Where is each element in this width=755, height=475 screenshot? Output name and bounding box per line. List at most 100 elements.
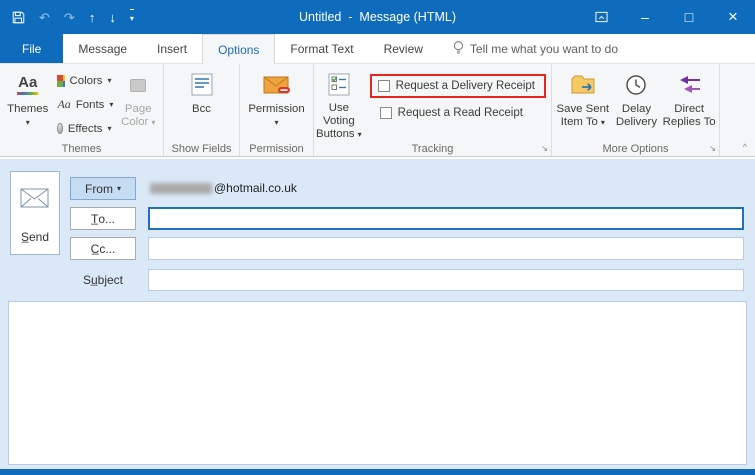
bcc-button-label: Bcc: [192, 103, 211, 115]
cc-input[interactable]: [148, 237, 744, 260]
ribbon-group-show-fields: Bcc Show Fields: [164, 64, 240, 156]
effects-button-label: Effects: [67, 122, 103, 135]
censored-email-block: [150, 182, 212, 194]
to-button[interactable]: T̲o...: [70, 207, 136, 230]
subject-row: Su̲bject: [0, 269, 755, 293]
fonts-icon: Aa: [57, 97, 71, 111]
effects-button[interactable]: Effects ▾: [53, 118, 115, 139]
fonts-button-label: Fonts: [75, 98, 105, 111]
checkbox-icon: [377, 80, 390, 92]
read-receipt-checkbox[interactable]: Request a Read Receipt: [379, 107, 546, 119]
window-bottom-border: [0, 469, 755, 475]
delivery-receipt-checkbox[interactable]: Request a Delivery Receipt: [377, 80, 535, 92]
subject-label: Su̲bject: [82, 273, 124, 287]
redo-icon[interactable]: ↷: [64, 11, 75, 24]
to-button-label: T̲o...: [90, 211, 115, 226]
cc-button-label: C̲c...: [90, 241, 116, 256]
delay-label-2: Delivery: [615, 116, 658, 128]
tab-tell-me[interactable]: Tell me what you want to do: [438, 34, 633, 63]
permission-button-label: Permission: [248, 103, 305, 115]
maximize-button[interactable]: □: [667, 0, 711, 34]
fonts-button[interactable]: Aa Fonts ▾: [53, 94, 115, 115]
previous-item-icon[interactable]: ↑: [89, 11, 96, 24]
permission-button[interactable]: Permission ▾: [245, 67, 309, 141]
minimize-button[interactable]: –: [623, 0, 667, 34]
delay-label-1: Delay: [621, 103, 652, 115]
tab-message[interactable]: Message: [63, 34, 142, 63]
titlebar: ↶ ↷ ↑ ↓ ▾ Untitled - Message (HTML) – □ …: [0, 0, 755, 34]
direct-label-2: Replies To: [662, 116, 716, 128]
themes-icon: Aa: [17, 69, 39, 101]
use-voting-buttons-button[interactable]: Use Voting Buttons ▾: [316, 67, 362, 141]
themes-button[interactable]: Aa Themes ▾: [2, 67, 53, 141]
from-button[interactable]: From ▾: [70, 177, 136, 200]
message-body[interactable]: [8, 301, 747, 465]
outlook-message-window: ↶ ↷ ↑ ↓ ▾ Untitled - Message (HTML) – □ …: [0, 0, 755, 475]
undo-icon[interactable]: ↶: [39, 11, 50, 24]
direct-replies-to-button[interactable]: Direct Replies To: [661, 67, 717, 141]
save-sent-folder-icon: [570, 69, 596, 101]
tab-review[interactable]: Review: [369, 34, 438, 63]
subject-input[interactable]: [148, 269, 744, 291]
colors-button-label: Colors: [69, 74, 103, 87]
cc-button[interactable]: C̲c...: [70, 237, 136, 260]
effects-icon: [57, 123, 63, 134]
ribbon-group-permission: Permission ▾ Permission: [240, 64, 314, 156]
ribbon-tabs: File Message Insert Options Format Text …: [0, 34, 755, 64]
from-address-domain: @hotmail.co.uk: [214, 181, 297, 195]
group-label-themes: Themes: [61, 142, 102, 155]
ribbon: Aa Themes ▾ Colors ▾ Aa Fonts ▾ Effects …: [0, 64, 755, 157]
to-row: T̲o...: [0, 207, 755, 231]
page-color-button[interactable]: Page Color ▾: [115, 67, 161, 141]
next-item-icon[interactable]: ↓: [109, 11, 116, 24]
dropdown-icon: ▾: [116, 184, 121, 193]
save-icon[interactable]: [12, 11, 25, 24]
page-color-icon: [130, 69, 147, 101]
from-row: From ▾ @hotmail.co.uk: [0, 177, 755, 201]
more-options-dialog-launcher-icon[interactable]: ↘: [709, 145, 716, 153]
page-color-label-1: Page: [124, 103, 152, 115]
from-button-label: From: [84, 181, 113, 196]
ribbon-display-options-icon[interactable]: [579, 0, 623, 34]
permission-icon: [263, 69, 291, 101]
annotation-highlight: Request a Delivery Receipt: [369, 74, 546, 98]
save-sent-label-1: Save Sent: [556, 103, 610, 115]
tracking-dialog-launcher-icon[interactable]: ↘: [541, 145, 548, 153]
dropdown-icon: ▾: [107, 76, 112, 85]
group-label-tracking: Tracking: [411, 142, 454, 155]
cc-row: C̲c...: [0, 237, 755, 261]
bcc-button[interactable]: Bcc: [175, 67, 229, 141]
voting-label-1: Use Voting: [322, 102, 355, 127]
group-label-permission: Permission: [249, 142, 304, 155]
voting-label-2: Buttons ▾: [316, 128, 362, 140]
message-header-area: S̲end From ▾ @hotmail.co.uk T̲o... C̲c..…: [0, 158, 755, 469]
ribbon-group-themes: Aa Themes ▾ Colors ▾ Aa Fonts ▾ Effects …: [0, 64, 164, 156]
quick-access-toolbar: ↶ ↷ ↑ ↓ ▾: [0, 9, 134, 25]
collapse-ribbon-icon[interactable]: ^: [743, 142, 747, 152]
tell-me-label: Tell me what you want to do: [469, 41, 618, 56]
tab-options[interactable]: Options: [202, 34, 276, 64]
tab-insert[interactable]: Insert: [142, 34, 202, 63]
save-sent-label-2: Item To ▾: [560, 116, 605, 128]
dropdown-icon: ▾: [600, 118, 605, 127]
colors-icon: [57, 74, 65, 87]
delivery-receipt-label: Request a Delivery Receipt: [395, 80, 535, 92]
themes-button-label: Themes: [7, 103, 49, 115]
delay-delivery-clock-icon: [624, 69, 648, 101]
lightbulb-icon: [453, 40, 464, 58]
dropdown-icon: ▾: [107, 124, 112, 133]
to-input[interactable]: [148, 207, 744, 230]
dropdown-icon: ▾: [151, 118, 156, 127]
tab-format-text[interactable]: Format Text: [275, 34, 368, 63]
ribbon-group-more-options: Save Sent Item To ▾ Delay Delivery Direct…: [552, 64, 720, 156]
from-address: @hotmail.co.uk: [150, 181, 297, 195]
customize-qat-icon[interactable]: ▾: [129, 9, 134, 25]
voting-buttons-icon: [326, 69, 352, 100]
delay-delivery-button[interactable]: Delay Delivery: [612, 67, 662, 141]
save-sent-item-to-button[interactable]: Save Sent Item To ▾: [554, 67, 612, 141]
direct-label-1: Direct: [674, 103, 705, 115]
tab-file[interactable]: File: [0, 34, 64, 63]
group-label-more-options: More Options: [602, 142, 669, 155]
close-button[interactable]: ×: [711, 0, 755, 34]
colors-button[interactable]: Colors ▾: [53, 70, 115, 91]
